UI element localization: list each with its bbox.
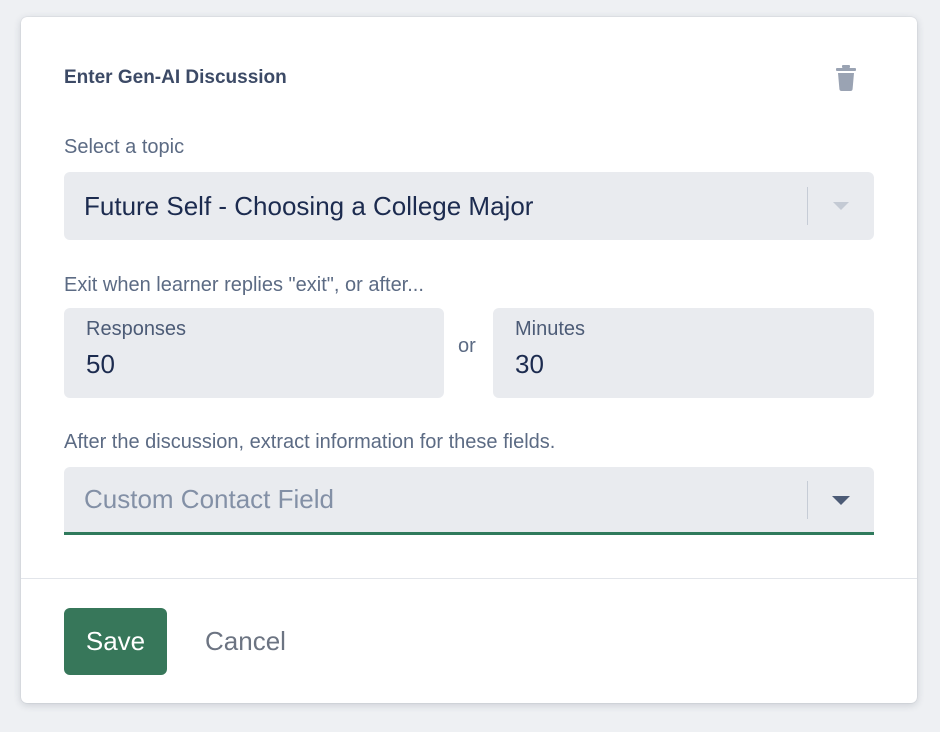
topic-select[interactable]: Future Self - Choosing a College Major	[64, 172, 874, 240]
discussion-card: Enter Gen-AI Discussion Select a topic F…	[21, 17, 917, 703]
minutes-value[interactable]: 30	[515, 349, 544, 379]
save-button[interactable]: Save	[64, 608, 167, 675]
trash-icon[interactable]	[834, 64, 858, 92]
responses-label: Responses	[86, 318, 187, 340]
chevron-down-icon[interactable]	[808, 466, 874, 534]
extract-label: After the discussion, extract informatio…	[64, 431, 556, 453]
minutes-label: Minutes	[515, 318, 586, 340]
chevron-down-icon[interactable]	[808, 172, 874, 240]
contact-field-select[interactable]: Custom Contact Field	[64, 467, 874, 535]
contact-field-placeholder: Custom Contact Field	[84, 484, 334, 514]
cancel-button[interactable]: Cancel	[191, 608, 300, 675]
responses-value[interactable]: 50	[86, 349, 115, 379]
exit-label: Exit when learner replies "exit", or aft…	[64, 274, 424, 296]
card-header: Enter Gen-AI Discussion	[64, 63, 874, 93]
topic-label: Select a topic	[64, 136, 185, 158]
topic-select-value: Future Self - Choosing a College Major	[84, 190, 534, 221]
footer-divider	[21, 578, 917, 579]
or-text: or	[458, 335, 476, 357]
responses-field[interactable]: Responses 50	[64, 308, 444, 398]
card-title: Enter Gen-AI Discussion	[64, 67, 287, 88]
minutes-field[interactable]: Minutes 30	[493, 308, 874, 398]
